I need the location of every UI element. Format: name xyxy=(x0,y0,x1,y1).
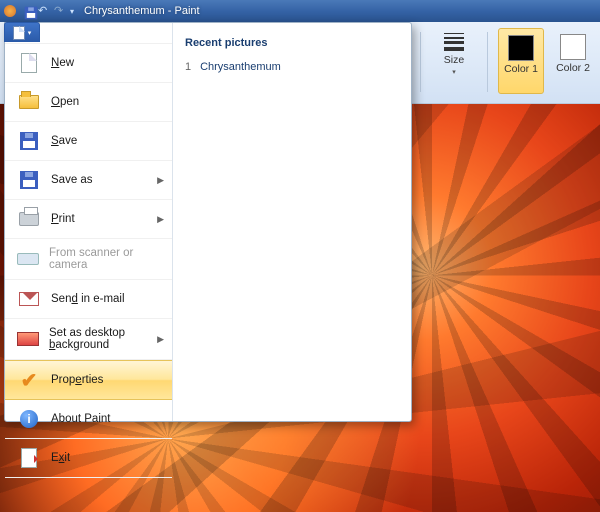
color2-button[interactable]: Color 2 xyxy=(550,28,596,94)
window-titlebar: ↶ ↷ ▾ Chrysanthemum - Paint xyxy=(0,0,600,22)
menu-item-save[interactable]: Save xyxy=(5,122,172,161)
ribbon-separator xyxy=(487,32,488,92)
menu-item-set-desktop-background[interactable]: Set as desktop background ▶ xyxy=(5,319,172,360)
line-width-icon xyxy=(444,32,464,52)
file-menu-icon xyxy=(13,26,25,40)
qat-save-icon[interactable] xyxy=(22,4,36,18)
chevron-down-icon: ▾ xyxy=(452,68,456,76)
window-title: Chrysanthemum - Paint xyxy=(84,5,600,17)
menu-item-print[interactable]: Print ▶ xyxy=(5,200,172,239)
menu-item-send-email[interactable]: Send in e-mail xyxy=(5,280,172,319)
color1-label: Color 1 xyxy=(504,63,538,75)
menu-item-label: Save as xyxy=(51,174,93,186)
menu-item-label: From scanner or camera xyxy=(49,247,160,271)
ribbon-separator xyxy=(420,32,421,92)
recent-item-name: Chrysanthemum xyxy=(200,61,281,73)
qat-undo-icon[interactable]: ↶ xyxy=(38,4,52,18)
menu-item-new[interactable]: New xyxy=(5,43,172,83)
recent-pictures-panel: Recent pictures 1 Chrysanthemum xyxy=(173,23,411,421)
application-menu-commands: New Open Save Save as ▶ Print ▶ From sca… xyxy=(5,23,173,421)
recent-heading: Recent pictures xyxy=(185,37,399,49)
save-icon xyxy=(17,130,41,152)
menu-item-label: Exit xyxy=(51,452,70,464)
exit-icon xyxy=(17,447,41,469)
size-label: Size xyxy=(444,54,464,66)
menu-item-exit[interactable]: Exit xyxy=(5,439,172,478)
desktop-icon xyxy=(17,328,39,350)
menu-item-properties[interactable]: ✔ Properties xyxy=(5,360,172,400)
application-menu: New Open Save Save as ▶ Print ▶ From sca… xyxy=(4,22,412,422)
color1-button[interactable]: Color 1 xyxy=(498,28,544,94)
properties-icon: ✔ xyxy=(17,369,41,391)
menu-item-label: Open xyxy=(51,96,79,108)
color2-swatch xyxy=(560,34,586,60)
scanner-icon xyxy=(17,248,39,270)
color1-swatch xyxy=(508,35,534,61)
app-icon xyxy=(4,5,16,17)
system-menu-icons xyxy=(4,5,16,17)
menu-item-save-as[interactable]: Save as ▶ xyxy=(5,161,172,200)
menu-item-label: About Paint xyxy=(51,413,110,425)
size-button[interactable]: Size ▾ xyxy=(431,28,477,94)
mail-icon xyxy=(17,288,41,310)
submenu-arrow-icon: ▶ xyxy=(157,214,164,225)
menu-item-from-scanner: From scanner or camera xyxy=(5,239,172,280)
menu-item-label: Set as desktop background xyxy=(49,327,160,351)
new-file-icon xyxy=(17,52,41,74)
recent-picture-item[interactable]: 1 Chrysanthemum xyxy=(185,59,399,75)
menu-item-label: Save xyxy=(51,135,77,147)
submenu-arrow-icon: ▶ xyxy=(157,334,164,345)
menu-item-label: New xyxy=(51,57,74,69)
color2-label: Color 2 xyxy=(556,62,590,74)
menu-item-label: Print xyxy=(51,213,75,225)
printer-icon xyxy=(17,208,41,230)
save-as-icon xyxy=(17,169,41,191)
quick-access-toolbar: ↶ ↷ ▾ xyxy=(22,4,74,18)
open-folder-icon xyxy=(17,91,41,113)
qat-redo-icon[interactable]: ↷ xyxy=(54,4,68,18)
recent-item-index: 1 xyxy=(185,61,197,73)
chevron-down-icon: ▾ xyxy=(28,29,32,37)
info-icon: i xyxy=(17,408,41,430)
menu-item-about[interactable]: i About Paint xyxy=(5,400,172,439)
menu-item-open[interactable]: Open xyxy=(5,83,172,122)
qat-customize-icon[interactable]: ▾ xyxy=(70,7,74,16)
file-menu-button[interactable]: ▾ xyxy=(4,22,40,42)
menu-item-label: Properties xyxy=(51,374,103,386)
submenu-arrow-icon: ▶ xyxy=(157,175,164,186)
menu-item-label: Send in e-mail xyxy=(51,293,125,305)
